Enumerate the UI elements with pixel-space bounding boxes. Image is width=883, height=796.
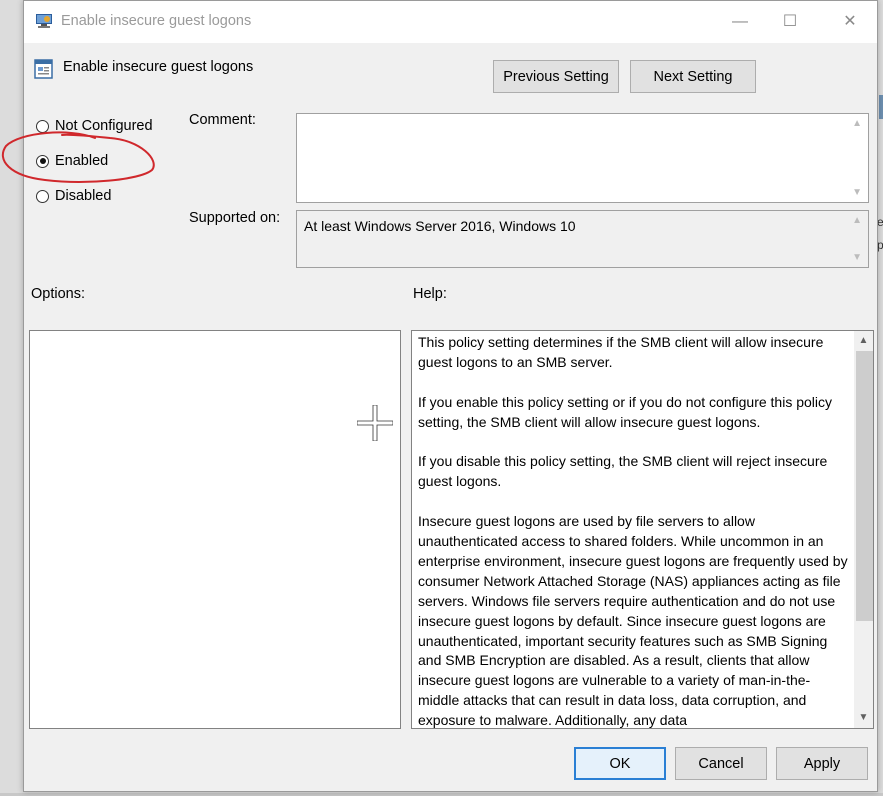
next-setting-button[interactable]: Next Setting <box>630 60 756 93</box>
close-button[interactable]: ✕ <box>830 9 870 35</box>
help-paragraph: If you enable this policy setting or if … <box>418 393 833 430</box>
scroll-up-icon[interactable]: ▲ <box>854 331 873 351</box>
radio-button[interactable] <box>36 119 49 133</box>
help-paragraph: This policy setting determines if the SM… <box>418 334 824 370</box>
comment-label: Comment: <box>189 112 256 128</box>
radio-button[interactable] <box>36 189 49 203</box>
maximize-button[interactable]: ☐ <box>770 9 810 35</box>
help-panel[interactable]: This policy setting determines if the SM… <box>411 330 874 729</box>
background-window-edge <box>879 95 883 119</box>
cancel-button[interactable]: Cancel <box>675 747 767 780</box>
scroll-up-icon[interactable]: ▲ <box>852 215 862 226</box>
help-paragraph: Insecure guest logons are used by file s… <box>418 513 848 729</box>
previous-setting-button[interactable]: Previous Setting <box>493 60 619 93</box>
scroll-up-icon[interactable]: ▲ <box>852 118 862 129</box>
policy-setting-icon <box>34 59 53 79</box>
ok-button[interactable]: OK <box>574 747 666 780</box>
apply-button[interactable]: Apply <box>776 747 868 780</box>
radio-label: Not Configured <box>55 118 153 134</box>
policy-name: Enable insecure guest logons <box>63 59 254 75</box>
scroll-down-icon[interactable]: ▼ <box>854 708 873 728</box>
radio-not-configured[interactable]: Not Configured <box>36 115 153 137</box>
scroll-down-icon[interactable]: ▼ <box>852 187 862 198</box>
window-title: Enable insecure guest logons <box>61 13 252 29</box>
help-paragraph: If you disable this policy setting, the … <box>418 453 828 490</box>
radio-label: Disabled <box>55 188 112 204</box>
radio-enabled[interactable]: Enabled <box>36 150 108 172</box>
supported-on-value: At least Windows Server 2016, Windows 10 <box>304 218 576 234</box>
options-panel[interactable] <box>29 330 401 729</box>
comment-textarea[interactable]: ▲ ▼ <box>296 113 869 203</box>
supported-on-label: Supported on: <box>189 210 281 226</box>
help-label: Help: <box>413 286 447 302</box>
radio-label: Enabled <box>55 153 109 169</box>
scroll-down-icon[interactable]: ▼ <box>852 252 862 263</box>
supported-on-field: At least Windows Server 2016, Windows 10… <box>296 210 869 268</box>
title-bar[interactable]: Enable insecure guest logons — ☐ ✕ <box>24 1 877 43</box>
group-policy-app-icon <box>36 14 52 28</box>
help-scrollbar[interactable]: ▲ ▼ <box>854 331 873 728</box>
minimize-button[interactable]: — <box>720 9 760 35</box>
radio-button-selected[interactable] <box>36 154 49 168</box>
radio-disabled[interactable]: Disabled <box>36 185 111 207</box>
options-label: Options: <box>31 286 85 302</box>
scrollbar-thumb[interactable] <box>856 351 873 621</box>
help-text: This policy setting determines if the SM… <box>418 333 848 729</box>
policy-dialog: Enable insecure guest logons — ☐ ✕ Enabl… <box>23 0 878 792</box>
